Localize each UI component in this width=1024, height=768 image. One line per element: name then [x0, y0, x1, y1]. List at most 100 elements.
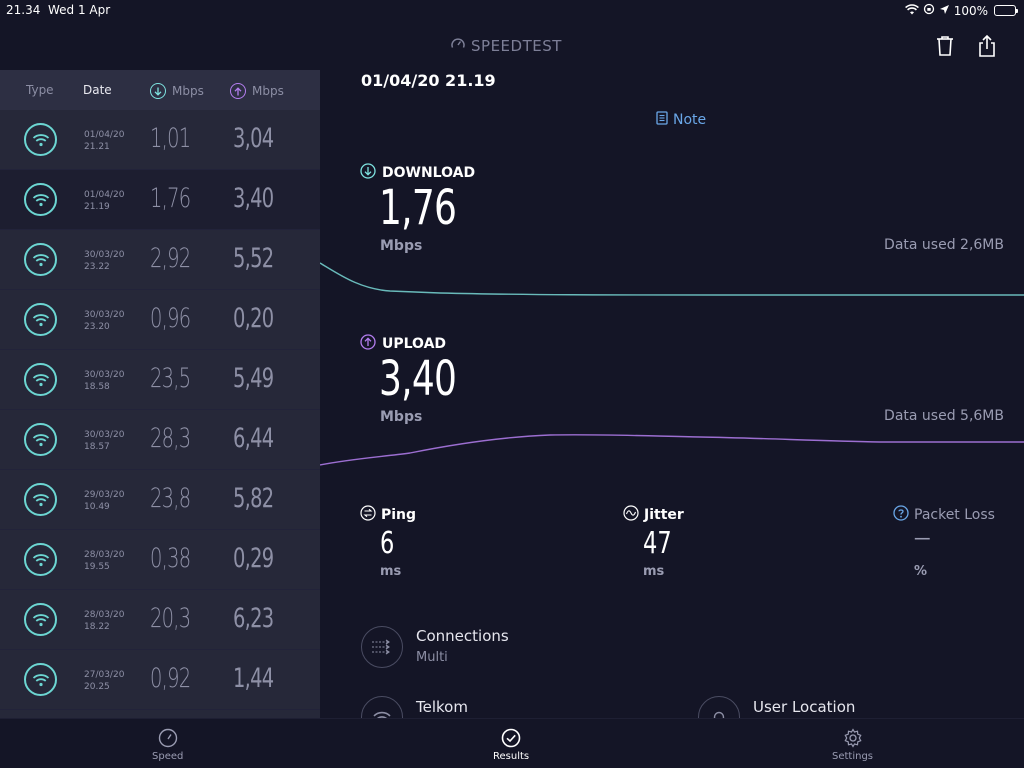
status-date: Wed 1 Apr	[48, 3, 111, 17]
result-date-time: 23.22	[84, 262, 110, 272]
results-list[interactable]: Type Date Mbps Mbps 01/04/20 21.21 1,01 3,0…	[0, 70, 320, 718]
result-date-day: 28/03/20	[84, 610, 125, 620]
result-row[interactable]: 28/03/20 19.55 0,38 0,29	[0, 530, 320, 590]
note-label: Note	[673, 112, 707, 128]
result-download: 0,38	[150, 543, 191, 574]
result-date-time: 10.49	[84, 502, 110, 512]
result-date-day: 30/03/20	[84, 250, 125, 260]
header-download[interactable]: Mbps	[150, 83, 204, 99]
tab-speed[interactable]: Speed	[152, 727, 183, 762]
result-date: 01/04/20 21.19	[84, 189, 124, 213]
jitter-label: Jitter	[644, 507, 684, 523]
wifi-status-icon	[904, 3, 919, 18]
download-value: 1,76	[379, 180, 457, 236]
result-date: 01/04/20 21.21	[84, 129, 124, 153]
trash-icon[interactable]	[933, 34, 957, 58]
result-download: 28,3	[150, 423, 191, 454]
upload-label: UPLOAD	[382, 336, 447, 352]
connections-title: Connections	[416, 627, 509, 645]
list-header: Type Date Mbps Mbps	[0, 70, 320, 110]
result-row[interactable]: 30/03/20 18.58 23,5 5,49	[0, 350, 320, 410]
upload-graph	[320, 434, 1024, 466]
wifi-icon	[24, 483, 57, 516]
jitter-unit: ms	[643, 564, 665, 579]
share-icon[interactable]	[975, 34, 999, 58]
result-upload: 0,20	[233, 303, 274, 334]
result-date-time: 19.55	[84, 562, 110, 572]
result-date-time: 18.58	[84, 382, 110, 392]
result-row[interactable]: 29/03/20 10.49 23,8 5,82	[0, 470, 320, 530]
location-arrow-icon	[939, 4, 950, 18]
result-upload: 5,82	[233, 483, 274, 514]
result-date-day: 27/03/20	[84, 670, 125, 680]
ping-value: 6	[380, 526, 395, 561]
result-date: 30/03/20 18.57	[84, 429, 124, 453]
result-download: 1,01	[150, 123, 191, 154]
result-upload: 5,52	[233, 243, 274, 274]
app-title: SPEEDTEST	[450, 36, 562, 56]
more-info-row: Telkom User Location	[0, 690, 1024, 718]
download-graph	[320, 262, 1024, 296]
connections-icon	[361, 626, 403, 668]
header-date[interactable]: Date	[83, 83, 112, 97]
result-row[interactable]: 28/03/20 18.22 20,3 6,23	[0, 590, 320, 650]
ping-label: Ping	[381, 507, 417, 523]
result-upload: 3,40	[233, 183, 274, 214]
wifi-icon	[24, 243, 57, 276]
result-upload: 6,23	[233, 603, 274, 634]
status-right: 100%	[904, 3, 1018, 18]
help-icon[interactable]	[893, 505, 909, 525]
result-row[interactable]: 30/03/20 23.22 2,92 5,52	[0, 230, 320, 290]
packet-loss-label-group[interactable]: Packet Loss	[893, 505, 995, 525]
upload-data-used: Data used 5,6MB	[884, 408, 1004, 424]
upload-icon	[230, 83, 246, 99]
result-date-day: 29/03/20	[84, 490, 125, 500]
tab-bar: Speed Results Settings	[0, 718, 1024, 768]
result-row[interactable]: 01/04/20 21.19 1,76 3,40	[0, 170, 320, 230]
download-icon	[360, 163, 376, 183]
result-date: 28/03/20 19.55	[84, 549, 124, 573]
speedometer-icon	[157, 727, 179, 749]
tab-results[interactable]: Results	[493, 727, 529, 762]
provider-wifi-icon	[361, 696, 403, 718]
upload-value: 3,40	[379, 351, 457, 407]
result-row[interactable]: 01/04/20 21.21 1,01 3,04	[0, 110, 320, 170]
ping-unit: ms	[380, 564, 402, 579]
note-button[interactable]: Note	[656, 111, 706, 129]
checkmark-circle-icon	[500, 727, 522, 749]
download-icon	[150, 83, 166, 99]
result-download: 2,92	[150, 243, 191, 274]
result-download: 0,96	[150, 303, 191, 334]
results-rows: 01/04/20 21.21 1,01 3,04 01/04/20 21.19 1,76 3,…	[0, 110, 320, 710]
result-date-day: 30/03/20	[84, 370, 125, 380]
user-location-title: User Location	[753, 698, 856, 716]
result-date-day: 28/03/20	[84, 550, 125, 560]
result-upload: 0,29	[233, 543, 274, 574]
battery-icon	[994, 5, 1018, 16]
tab-settings[interactable]: Settings	[832, 727, 873, 762]
wifi-icon	[24, 543, 57, 576]
result-row[interactable]: 30/03/20 23.20 0,96 0,20	[0, 290, 320, 350]
result-upload: 6,44	[233, 423, 274, 454]
result-download: 23,5	[150, 363, 191, 394]
result-date-day: 01/04/20	[84, 190, 125, 200]
result-date: 30/03/20 23.22	[84, 249, 124, 273]
wifi-icon	[24, 603, 57, 636]
tab-results-label: Results	[493, 751, 530, 762]
upload-unit: Mbps	[380, 409, 423, 425]
connections-value: Multi	[416, 650, 448, 665]
result-date-time: 18.57	[84, 442, 110, 452]
orientation-lock-icon	[923, 3, 935, 18]
header-type[interactable]: Type	[26, 83, 54, 97]
packet-loss-unit: %	[914, 564, 928, 579]
result-date: 29/03/20 10.49	[84, 489, 124, 513]
packet-loss-value: —	[914, 526, 931, 551]
wifi-icon	[24, 183, 57, 216]
wifi-icon	[24, 123, 57, 156]
tab-settings-label: Settings	[832, 751, 874, 762]
battery-percent: 100%	[953, 3, 988, 18]
result-row[interactable]: 30/03/20 18.57 28,3 6,44	[0, 410, 320, 470]
gear-icon	[842, 727, 864, 749]
header-upload[interactable]: Mbps	[230, 83, 284, 99]
packet-loss-label: Packet Loss	[914, 507, 995, 523]
